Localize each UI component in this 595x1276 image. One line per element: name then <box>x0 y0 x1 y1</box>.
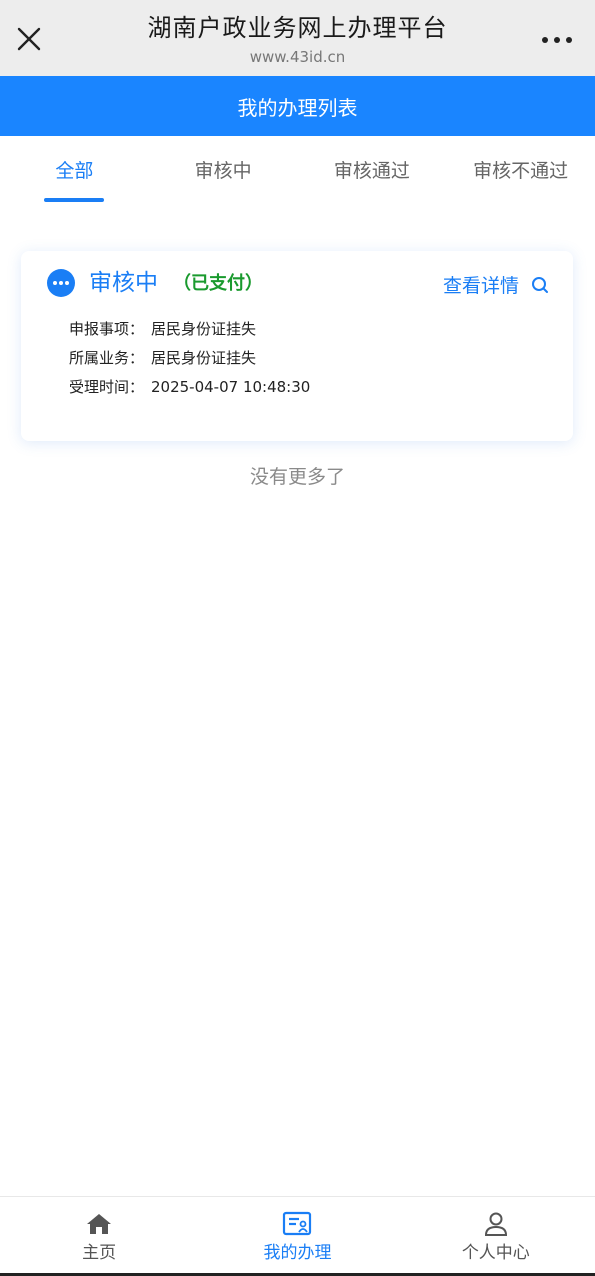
close-button[interactable] <box>12 22 46 56</box>
info-value: 居民身份证挂失 <box>151 320 257 338</box>
status-tabs: 全部 审核中 审核通过 审核不通过 <box>0 136 595 208</box>
tab-approved[interactable]: 审核通过 <box>298 136 447 208</box>
browser-top-bar: 湖南户政业务网上办理平台 www.43id.cn <box>0 0 595 76</box>
info-value: 2025-04-07 10:48:30 <box>151 378 311 396</box>
search-icon <box>532 276 548 293</box>
status-text: 审核中 <box>89 270 158 296</box>
nav-item-profile[interactable]: 个人中心 <box>397 1197 595 1276</box>
nav-label: 我的办理 <box>263 1243 332 1263</box>
close-icon <box>17 27 41 51</box>
bottom-nav: 主页 我的办理 个人中心 <box>0 1196 595 1276</box>
list-end-text: 没有更多了 <box>249 466 345 488</box>
view-details-link[interactable]: 查看详情 <box>443 271 549 298</box>
page-header: 我的办理列表 <box>0 76 595 136</box>
more-button[interactable] <box>537 26 577 54</box>
active-tab-indicator <box>44 198 104 202</box>
tab-label: 审核不通过 <box>473 160 569 182</box>
more-dots-icon <box>542 37 572 43</box>
tab-label: 审核中 <box>194 160 252 182</box>
tab-reviewing[interactable]: 审核中 <box>149 136 298 208</box>
nav-label: 主页 <box>82 1243 117 1263</box>
tab-label: 审核通过 <box>333 160 410 182</box>
my-handling-icon <box>282 1209 312 1239</box>
browser-title-area: 湖南户政业务网上办理平台 www.43id.cn <box>80 10 515 66</box>
view-details-label: 查看详情 <box>442 275 519 297</box>
info-value: 居民身份证挂失 <box>151 349 257 367</box>
paid-badge: （已支付） <box>173 273 263 294</box>
nav-item-home[interactable]: 主页 <box>0 1197 198 1276</box>
info-row-time: 受理时间： 2025-04-07 10:48:30 <box>69 373 310 402</box>
info-row-item: 申报事项： 居民身份证挂失 <box>69 315 310 344</box>
application-info: 申报事项： 居民身份证挂失 所属业务： 居民身份证挂失 受理时间： 2025-0… <box>69 315 310 402</box>
app-url: www.43id.cn <box>249 48 346 66</box>
nav-item-my-handling[interactable]: 我的办理 <box>198 1197 396 1276</box>
info-label: 申报事项： <box>69 320 145 338</box>
info-label: 所属业务： <box>69 349 145 367</box>
tab-label: 全部 <box>55 160 94 182</box>
page-title: 我的办理列表 <box>237 95 358 120</box>
info-label: 受理时间： <box>69 378 145 396</box>
app-title: 湖南户政业务网上办理平台 <box>147 14 448 42</box>
user-icon <box>481 1209 511 1239</box>
pending-status-icon <box>47 269 75 297</box>
nav-label: 个人中心 <box>461 1243 530 1263</box>
info-row-business: 所属业务： 居民身份证挂失 <box>69 344 310 373</box>
tab-rejected[interactable]: 审核不通过 <box>446 136 595 208</box>
application-card[interactable]: 审核中 （已支付） 查看详情 申报事项： 居民身份证挂失 所属业务： 居民身份证… <box>21 251 573 441</box>
home-icon <box>84 1209 114 1239</box>
